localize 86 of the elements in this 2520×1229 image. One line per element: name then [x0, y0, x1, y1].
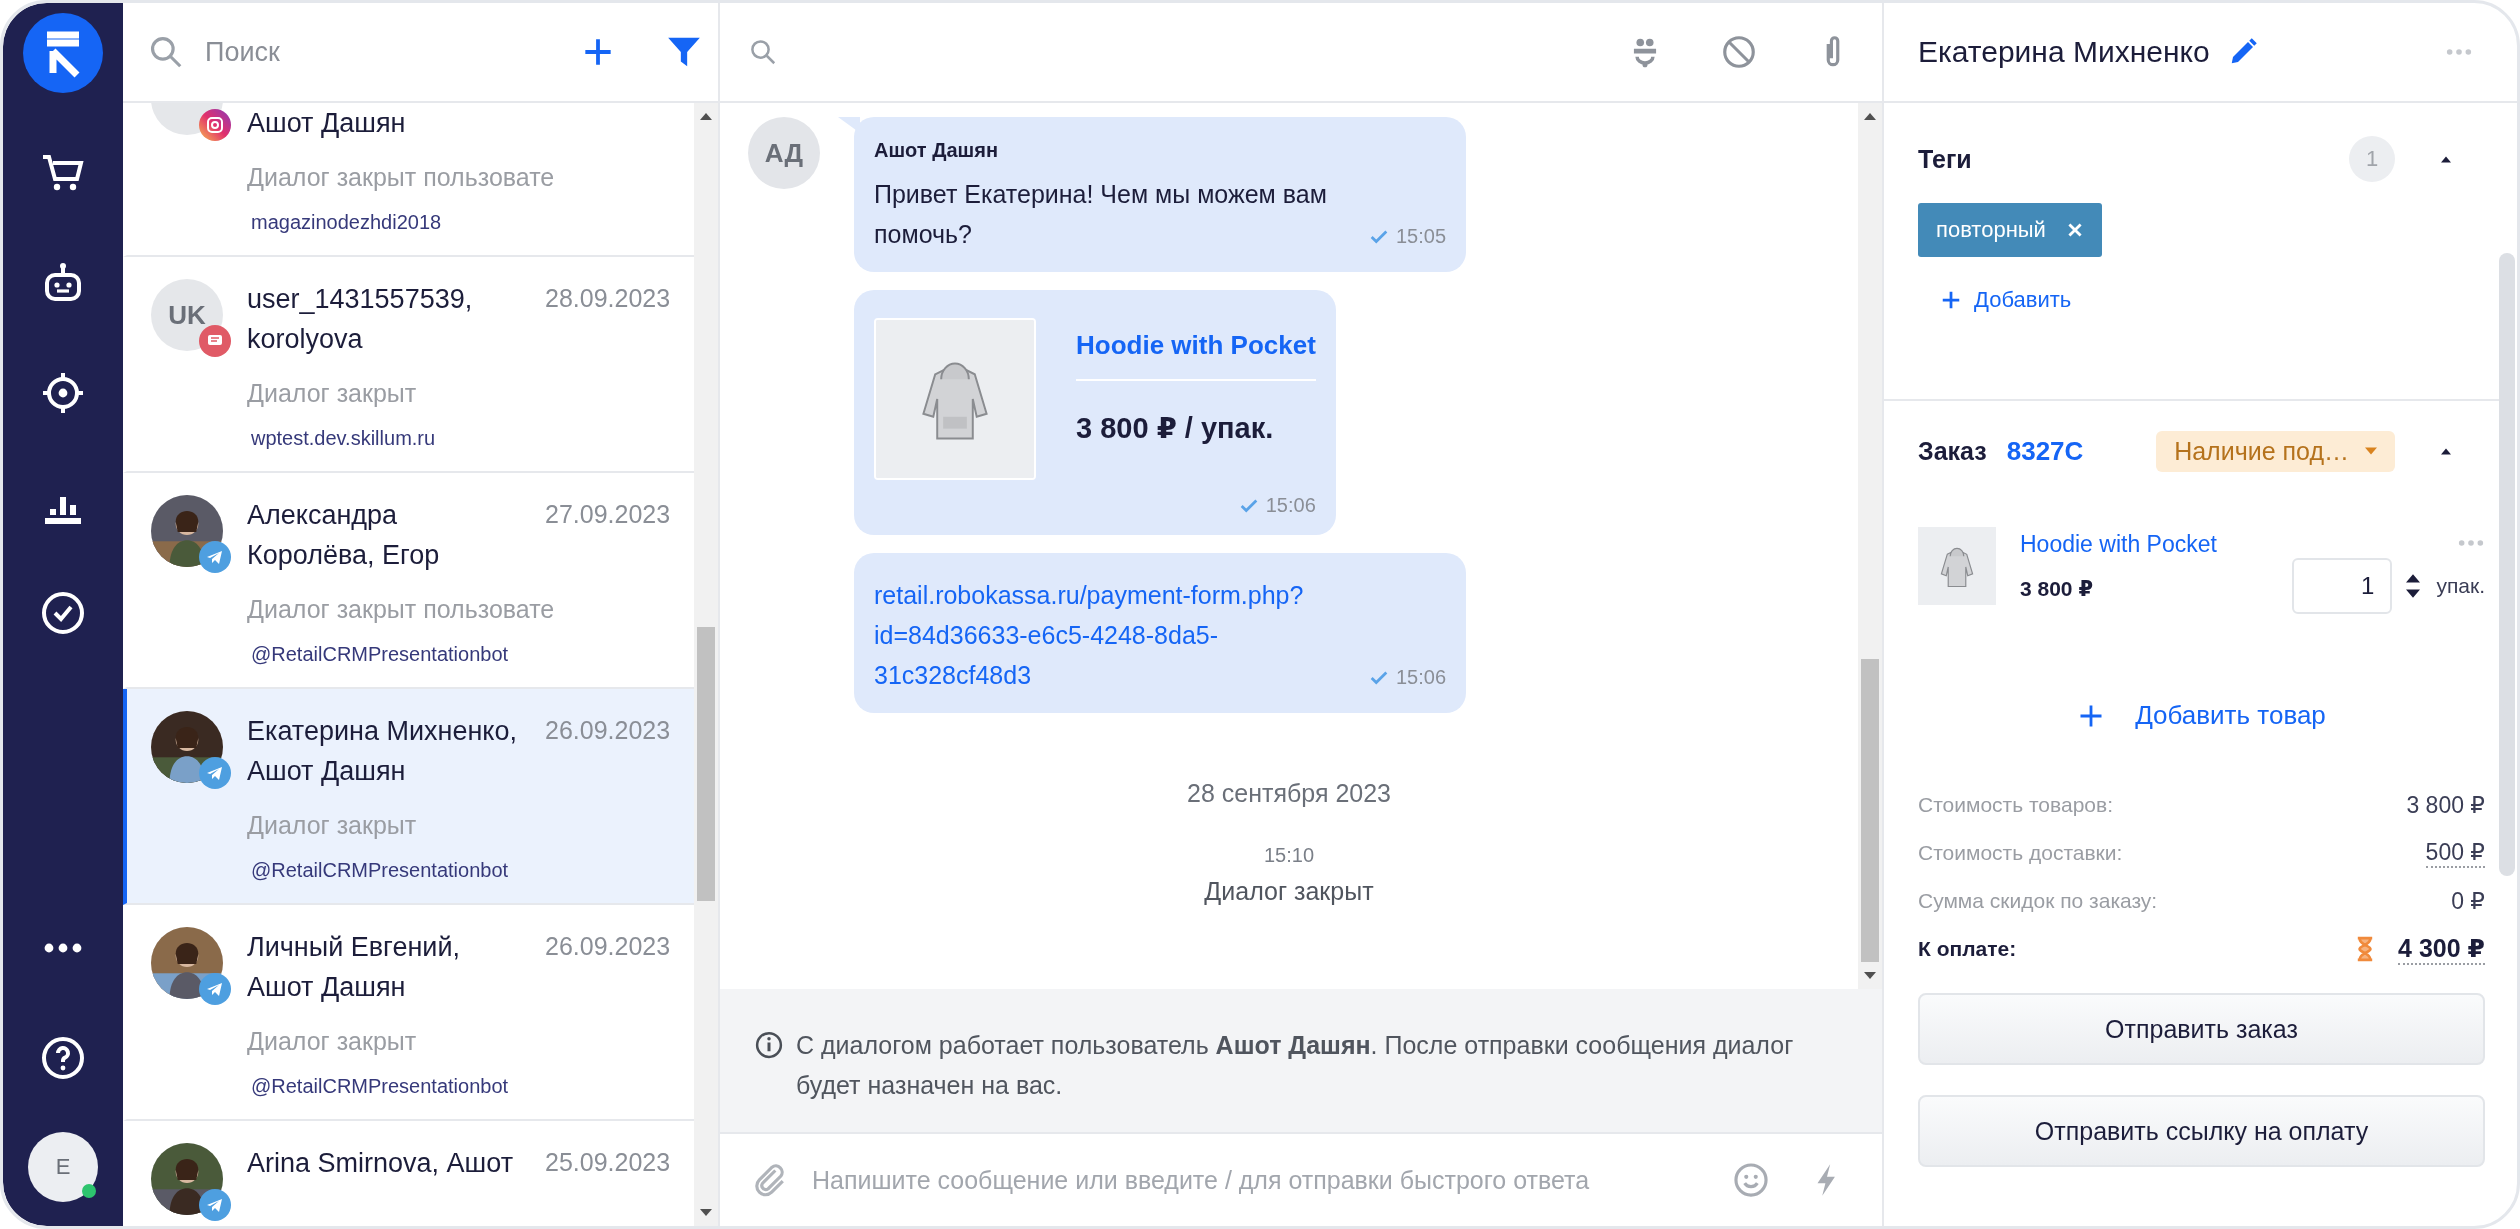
chat-item[interactable]: Ашот Дашян Диалог закрыт пользовате magazinodezhdi2018 — [123, 103, 694, 257]
message-input[interactable]: Напишите сообщение или введите / для отправки быстрого ответа — [810, 1164, 1710, 1196]
product-price: 3 800 ₽ — [2020, 577, 2093, 601]
channel-icon — [199, 973, 231, 1005]
caret-icon[interactable] — [2441, 155, 2451, 163]
chat-name: Личный Евгений, Ашот Дашян — [247, 931, 461, 1004]
message-time: 15:06 — [1265, 494, 1316, 517]
total-value[interactable]: 500 ₽ — [2425, 838, 2485, 868]
channel-icon — [199, 757, 231, 789]
event-text: Диалог закрыт — [1204, 877, 1374, 906]
channel-icon — [199, 109, 231, 141]
chat-date: 27.09.2023 — [545, 499, 671, 530]
chat-preview: Диалог закрыт пользовате — [247, 594, 556, 625]
close-icon[interactable] — [2067, 223, 2082, 237]
chat-name: Arina Smirnova, Ашот — [247, 1147, 515, 1180]
info-icon — [754, 1030, 784, 1060]
chat-preview: Диалог закрыт — [247, 810, 418, 841]
total-value: 0 ₽ — [2451, 887, 2485, 915]
add-product-button[interactable]: Добавить товар — [2077, 700, 2326, 731]
section-title: Теги — [1918, 144, 1972, 174]
tag-label: повторный — [1936, 217, 2046, 243]
event-time: 15:10 — [1263, 844, 1315, 867]
channel-name: magazinodezhdi2018 — [250, 210, 443, 235]
date-separator: 28 сентября 2023 — [1187, 779, 1391, 808]
chat-date: 26.09.2023 — [545, 715, 671, 746]
channel-icon — [199, 541, 231, 573]
channel-name: @RetailCRMPresentationbot — [250, 1074, 510, 1099]
chat-name: Екатерина Михненко, Ашот Дашян — [247, 715, 518, 788]
chat-preview: Диалог закрыт пользовате — [247, 162, 556, 193]
notice-text: С диалогом работает пользователь Ашот Дашян. После отправки сообщения диалог будет назначен на вас. — [796, 1030, 1795, 1101]
chat-item[interactable]: Екатерина Михненко, Ашот Дашян 26.09.2023 Диалог закрыт @RetailCRMPresentationbot — [123, 689, 694, 905]
message-time: 15:06 — [1396, 666, 1447, 689]
action-button[interactable]: Отправить ссылку на оплату — [1918, 1095, 2485, 1167]
chat-preview: Диалог закрыт — [247, 1026, 418, 1057]
channel-icon — [199, 325, 231, 357]
user-avatar[interactable]: E — [28, 1132, 98, 1202]
message-author: Ашот Дашян — [874, 139, 999, 162]
message-time: 15:05 — [1396, 225, 1447, 248]
total-label: К оплате: — [1918, 937, 2017, 961]
check-circle-icon[interactable] — [39, 589, 87, 637]
section-title: Заказ — [1918, 436, 1987, 466]
caret-icon[interactable] — [2441, 447, 2451, 455]
channel-icon — [199, 1189, 231, 1221]
total-label: Сумма скидок по заказу: — [1918, 889, 2158, 913]
contact-name: Екатерина Михненко — [1918, 35, 2210, 69]
chat-item[interactable]: Arina Smirnova, Ашот 25.09.2023 — [123, 1121, 694, 1226]
scrollbar[interactable] — [2499, 253, 2515, 876]
chat-name: Ашот Дашян — [247, 107, 407, 140]
chat-date: 28.09.2023 — [545, 283, 671, 314]
channel-name: @RetailCRMPresentationbot — [250, 642, 510, 667]
chat-item[interactable]: UK user_1431557539, korolyova 28.09.2023 Диалог закрыт wptest.dev.skillum.ru — [123, 257, 694, 473]
hourglass-icon — [2356, 936, 2375, 962]
quantity-field[interactable]: 1 — [2292, 558, 2393, 614]
action-button[interactable]: Отправить заказ — [1918, 993, 2485, 1065]
total-value[interactable]: 4 300 ₽ — [2398, 933, 2485, 965]
block-icon[interactable] — [1720, 33, 1758, 71]
caret-icon — [2365, 447, 2377, 455]
avatar: UK — [151, 279, 223, 351]
total-value: 3 800 ₽ — [2406, 791, 2485, 819]
chat-name: Александра Королёва, Егор — [247, 499, 441, 572]
chat-item[interactable]: Личный Евгений, Ашот Дашян 26.09.2023 Диалог закрыт @RetailCRMPresentationbot — [123, 905, 694, 1121]
total-label: Стоимость товаров: — [1918, 793, 2113, 817]
message-text: Привет Екатерина! Чем мы можем вам помочь? — [874, 179, 1328, 250]
logo-icon[interactable] — [23, 13, 103, 93]
search-icon[interactable] — [748, 37, 778, 67]
scrollbar[interactable] — [1858, 103, 1882, 989]
channel-name: @RetailCRMPresentationbot — [250, 858, 510, 883]
chat-date: 25.09.2023 — [545, 1147, 671, 1178]
product-title[interactable]: Hoodie with Pocket — [1076, 318, 1316, 381]
unit-label: упак. — [2436, 574, 2485, 598]
search-field[interactable]: Поиск — [203, 35, 561, 69]
order-number[interactable]: 8327C — [2006, 435, 2084, 467]
product-name[interactable]: Hoodie with Pocket — [2020, 531, 2217, 558]
chat-preview: Диалог закрыт — [247, 378, 418, 409]
plus-icon — [1940, 289, 1962, 311]
total-label: Стоимость доставки: — [1918, 841, 2123, 865]
count-badge: 1 — [2349, 136, 2395, 182]
channel-name: wptest.dev.skillum.ru — [250, 426, 437, 451]
scrollbar[interactable] — [694, 103, 718, 1226]
chat-date: 26.09.2023 — [545, 931, 671, 962]
avatar: АД — [748, 117, 820, 189]
help-icon[interactable] — [39, 1034, 87, 1082]
chat-name: user_1431557539, korolyova — [247, 283, 474, 356]
payment-link[interactable]: retail.robokassa.ru/payment-form.php?id=84d36633-e6c5-4248-8da5-31c328cf48d3 — [874, 575, 1354, 695]
add-tag-button[interactable]: Добавить — [1940, 287, 2072, 313]
product-price: 3 800 ₽ / упак. — [1076, 411, 1275, 445]
